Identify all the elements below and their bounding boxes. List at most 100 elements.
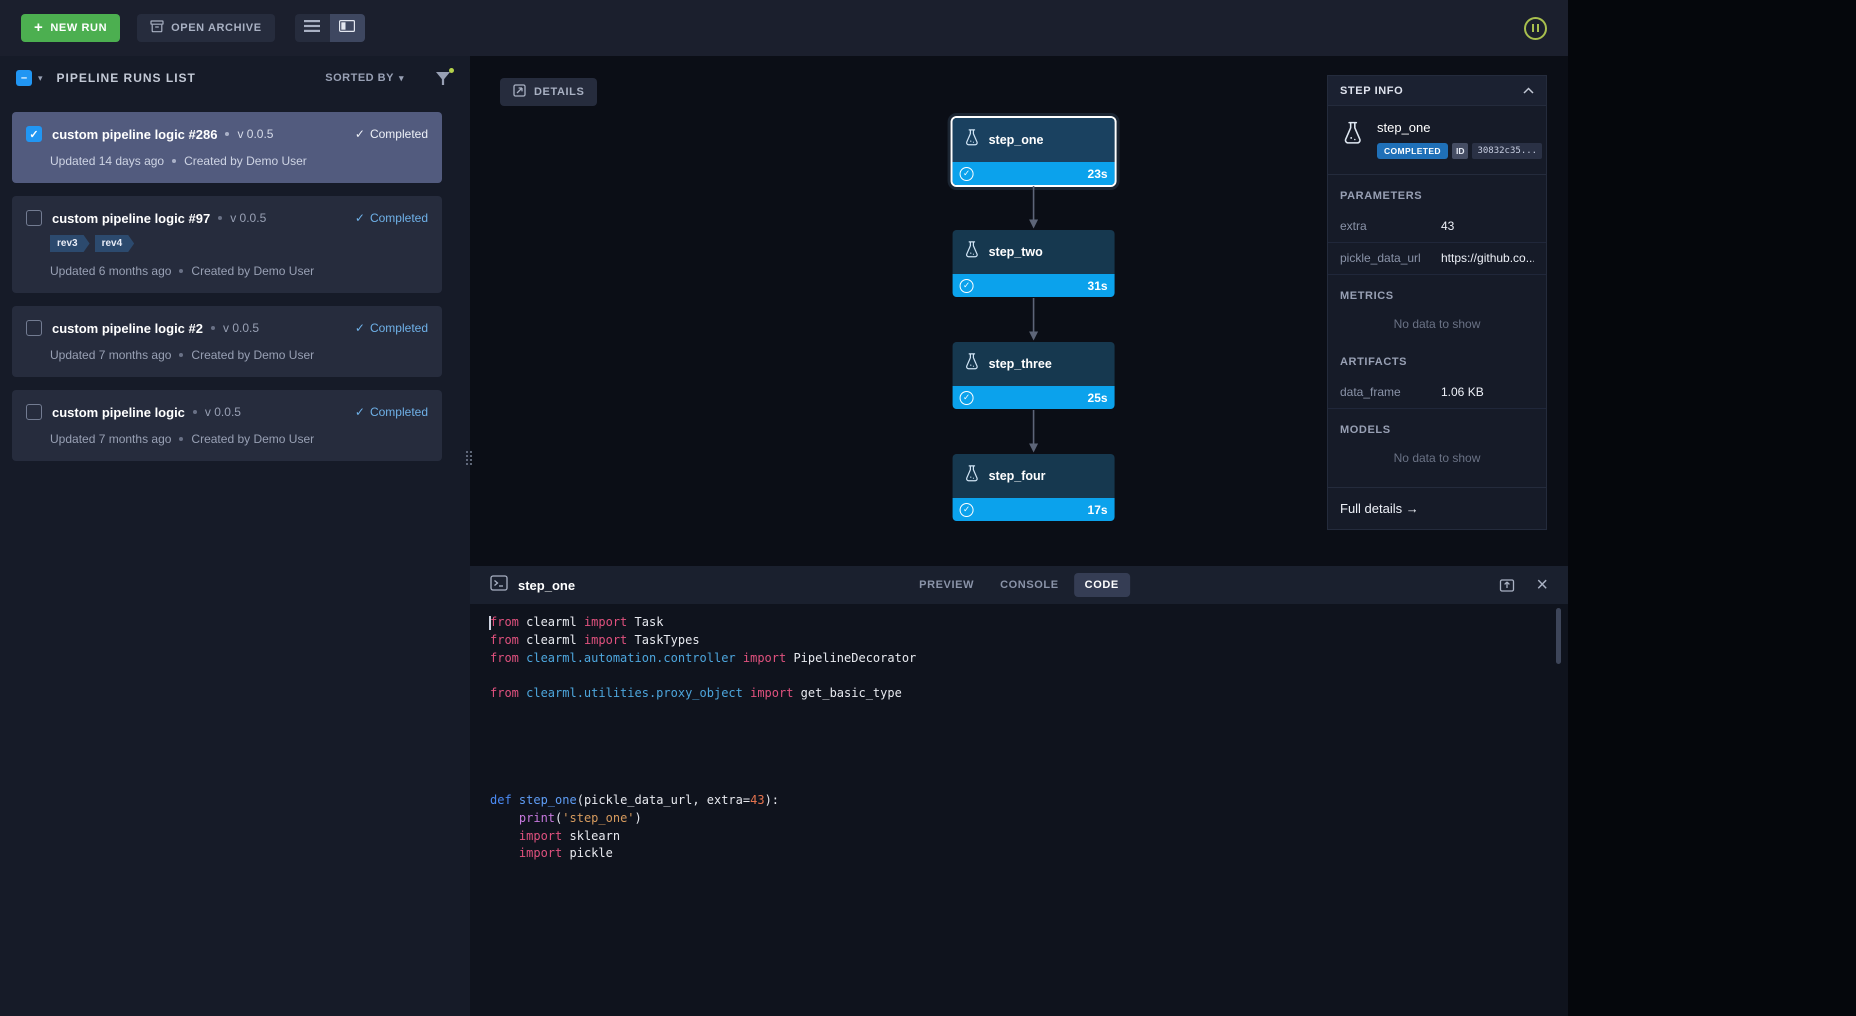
new-run-label: NEW RUN [50,22,107,34]
run-status-label: Completed [370,321,428,335]
run-checkbox[interactable]: ✓ [26,126,42,142]
metrics-section-label: METRICS [1328,275,1546,311]
sidebar-header: – ▾ PIPELINE RUNS LIST SORTED BY ▾ [0,56,470,100]
run-title: custom pipeline logic [52,405,185,420]
id-value: 30832c35... [1472,143,1542,159]
run-created: Created by Demo User [191,432,314,446]
code-line: from clearml.automation.controller impor… [490,650,1568,668]
pipeline-step-node[interactable]: step_three ✓ 25s [953,342,1115,409]
view-toggle-group [295,14,365,42]
select-all-checkbox[interactable]: – [16,70,32,86]
info-key: extra [1340,219,1441,233]
run-checkbox[interactable]: ✓ [26,404,42,420]
details-button[interactable]: DETAILS [500,78,597,106]
node-duration: 17s [1088,503,1108,517]
run-updated: Updated 14 days ago [50,154,164,168]
close-panel-button[interactable]: × [1536,575,1548,595]
code-line [490,721,1568,739]
run-checkbox[interactable]: ✓ [26,210,42,226]
run-card[interactable]: ✓ custom pipeline logic #286 v 0.0.5 ✓ C… [12,112,442,183]
run-created: Created by Demo User [191,348,314,362]
archive-icon [150,20,164,36]
run-checkbox[interactable]: ✓ [26,320,42,336]
completed-check-icon: ✓ [960,167,974,181]
code-scrollbar[interactable] [1556,608,1561,664]
tab-code[interactable]: CODE [1074,573,1130,597]
models-section-label: MODELS [1328,409,1546,445]
info-value: 43 [1441,219,1534,233]
code-line [490,739,1568,757]
table-view-icon [304,19,320,37]
dot-separator [172,159,176,163]
dot-separator [193,410,197,414]
split-view-icon [339,19,355,37]
top-toolbar: + NEW RUN OPEN ARCHIVE [0,0,1568,56]
filter-button[interactable] [436,70,454,86]
parameters-rows: extra43 pickle_data_urlhttps://github.co.… [1328,211,1546,275]
workers-pause-icon[interactable] [1524,17,1547,40]
pipeline-step-node[interactable]: step_four ✓ 17s [953,454,1115,521]
step-badges: COMPLETED ID 30832c35... [1377,143,1542,159]
run-meta: Updated 7 months ago Created by Demo Use… [50,348,428,362]
sorted-by-button[interactable]: SORTED BY ▾ [325,72,404,84]
step-info-title: STEP INFO [1340,85,1403,97]
node-status-bar: ✓ 17s [953,498,1115,521]
run-card[interactable]: ✓ custom pipeline logic #2 v 0.0.5 ✓ Com… [12,306,442,377]
flask-icon [963,352,982,376]
tab-preview[interactable]: PREVIEW [908,573,985,597]
terminal-icon [490,575,508,596]
step-name: step_one [1377,120,1542,135]
run-meta: Updated 7 months ago Created by Demo Use… [50,432,428,446]
expand-panel-button[interactable] [1499,577,1515,593]
content-area: – ▾ PIPELINE RUNS LIST SORTED BY ▾ ✓ cus… [0,56,1568,1016]
run-title: custom pipeline logic #286 [52,127,217,142]
run-tags: rev3 rev4 [50,235,428,252]
text-caret [489,616,491,630]
check-icon: ✓ [355,211,365,225]
dot-separator [218,216,222,220]
runs-list: ✓ custom pipeline logic #286 v 0.0.5 ✓ C… [0,100,470,1016]
dot-separator [179,437,183,441]
run-status-label: Completed [370,405,428,419]
code-line: from clearml import Task [490,614,1568,632]
code-line [490,774,1568,792]
code-panel-title: step_one [518,578,575,593]
pipeline-step-node[interactable]: step_two ✓ 31s [953,230,1115,297]
run-status: ✓ Completed [355,127,428,141]
run-tag[interactable]: rev3 [50,235,90,252]
new-run-button[interactable]: + NEW RUN [21,14,120,42]
table-view-toggle[interactable] [295,14,330,42]
run-updated: Updated 7 months ago [50,348,171,362]
collapse-chevron-icon[interactable] [1523,87,1534,94]
node-header: step_two [953,230,1115,274]
run-status: ✓ Completed [355,321,428,335]
details-icon [513,84,526,100]
completed-check-icon: ✓ [960,503,974,517]
pipeline-runs-sidebar: – ▾ PIPELINE RUNS LIST SORTED BY ▾ ✓ cus… [0,56,470,1016]
info-key: pickle_data_url [1340,251,1441,265]
run-created: Created by Demo User [191,264,314,278]
info-value: 1.06 KB [1441,385,1534,399]
topbar-right [1524,17,1547,40]
open-archive-button[interactable]: OPEN ARCHIVE [137,14,275,42]
check-icon: ✓ [355,405,365,419]
flask-icon [963,464,982,488]
panel-resize-handle[interactable] [464,440,474,476]
run-card[interactable]: ✓ custom pipeline logic #97 v 0.0.5 ✓ Co… [12,196,442,293]
pipeline-step-node[interactable]: step_one ✓ 23s [953,118,1115,185]
full-details-link[interactable]: Full details → [1328,487,1546,529]
run-card[interactable]: ✓ custom pipeline logic v 0.0.5 ✓ Comple… [12,390,442,461]
code-panel-header: step_one PREVIEWCONSOLECODE × [470,566,1568,604]
completed-check-icon: ✓ [960,279,974,293]
node-header: step_four [953,454,1115,498]
split-view-toggle[interactable] [330,14,365,42]
code-line: print('step_one') [490,810,1568,828]
id-badge: ID [1452,143,1469,159]
code-line [490,667,1568,685]
tab-console[interactable]: CONSOLE [989,573,1070,597]
chevron-down-icon[interactable]: ▾ [38,73,43,84]
run-tag[interactable]: rev4 [95,235,135,252]
run-title: custom pipeline logic #97 [52,211,210,226]
check-icon: ✓ [355,321,365,335]
info-row: pickle_data_urlhttps://github.co... [1328,243,1546,275]
